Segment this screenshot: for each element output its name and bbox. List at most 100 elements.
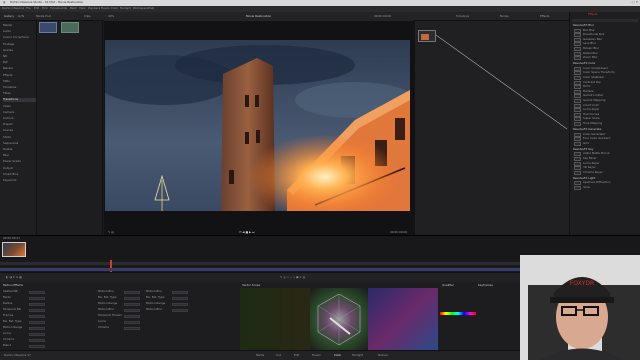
control-field[interactable]	[29, 302, 45, 306]
tab-nodes[interactable]: Nodes	[500, 15, 509, 19]
menu-item-color[interactable]: Color	[111, 7, 118, 11]
hue-range-bar[interactable]	[440, 312, 476, 315]
menu-item-clip[interactable]: Clip	[62, 7, 67, 11]
bin-item-misc[interactable]: Misc	[3, 154, 36, 158]
effect-item-four-color-gradient[interactable]: Four Color Gradient	[574, 137, 636, 142]
menu-item-edit[interactable]: Edit	[34, 7, 39, 11]
tab-timelines[interactable]: Timelines	[456, 15, 469, 19]
control-field[interactable]	[29, 320, 45, 324]
tool-icons-right[interactable]: ✎ ◎ ⬭ ⌒ ◇ ▣ ✶ ◍	[280, 276, 305, 280]
bin-item-nd[interactable]: ND	[3, 55, 36, 59]
bin-item-footage[interactable]: Footage	[3, 43, 36, 47]
effect-item-grid[interactable]: Grid	[574, 141, 636, 146]
bin-item-smart-bins[interactable]: Smart Bins	[3, 173, 36, 177]
control-field[interactable]	[29, 290, 45, 294]
control-field[interactable]	[29, 326, 45, 330]
effects-section-resolvefx-key[interactable]: ResolveFX Key	[573, 148, 637, 152]
timeline-ruler[interactable]	[0, 262, 520, 265]
effect-item-contrast-pop[interactable]: Contrast Pop	[574, 80, 636, 85]
viewer-tools-icon[interactable]: ✎ ▤	[108, 231, 114, 235]
tab-effects[interactable]: Effects	[540, 15, 550, 19]
effect-item-color-compressor[interactable]: Color Compressor	[574, 66, 636, 71]
bin-item-render[interactable]: Render	[3, 67, 36, 71]
control-field[interactable]	[172, 290, 188, 294]
viewer[interactable]: ⏮ ◀ ■ ▶ ⏭ 00:00:00:00 ✎ ▤	[104, 21, 414, 235]
effect-item-glow[interactable]: Glow	[574, 185, 636, 190]
effect-item-key-mixer[interactable]: Key Mixer	[574, 156, 636, 161]
control-field[interactable]	[124, 314, 140, 318]
effect-item-hue-curves[interactable]: Hue Curves	[574, 112, 636, 117]
bin-item-archive[interactable]: Archive	[3, 117, 36, 121]
effect-item-directional-blur[interactable]: Directional Blur	[574, 33, 636, 38]
menu-item-fusion[interactable]: Fusion	[101, 7, 110, 11]
effect-item-luma-keyer[interactable]: Luma Keyer	[574, 108, 636, 113]
control-field[interactable]	[29, 296, 45, 300]
node-editor[interactable]	[414, 21, 569, 235]
tab-media-pool[interactable]: Media Pool	[36, 15, 51, 19]
effect-item-tone-mapping[interactable]: Tone Mapping	[574, 121, 636, 126]
bin-item-master[interactable]: Master	[3, 24, 36, 28]
control-field[interactable]	[29, 308, 45, 312]
effect-item-mosaic-blur[interactable]: Mosaic Blur	[574, 46, 636, 51]
effects-section-resolvefx-blur[interactable]: ResolveFX Blur	[573, 24, 637, 28]
effect-item-super-scale[interactable]: Super Scale	[574, 117, 636, 122]
control-field[interactable]	[172, 296, 188, 300]
bin-item-titles[interactable]: Titles	[3, 92, 36, 96]
clip-thumbnail-2[interactable]	[61, 22, 79, 33]
control-field[interactable]	[172, 302, 188, 306]
bin-item-keywords[interactable]: Keywords	[3, 179, 36, 183]
bin-item-project[interactable]: Project	[3, 123, 36, 127]
control-field[interactable]	[29, 332, 45, 336]
bin-item-ref[interactable]: Ref	[3, 61, 36, 65]
timeline-clip-thumbnail[interactable]	[2, 242, 26, 257]
menu-item-mark[interactable]: Mark	[70, 7, 77, 11]
effect-item-invert-color[interactable]: Invert Color	[574, 103, 636, 108]
control-field[interactable]	[124, 308, 140, 312]
bin-item-stills[interactable]: Stills	[3, 80, 36, 84]
page-edit[interactable]: Edit	[294, 354, 299, 358]
bin-item-scenes[interactable]: Scenes	[3, 129, 36, 133]
effect-item-color-stabilizer[interactable]: Color Stabilizer	[574, 75, 636, 80]
bin-item-dailies[interactable]: Dailies	[3, 148, 36, 152]
bin-item-grades[interactable]: Grades	[3, 49, 36, 53]
effect-item-dctl[interactable]: DCTL	[574, 85, 636, 90]
effect-item-gamut-mapping[interactable]: Gamut Mapping	[574, 98, 636, 103]
menu-item-playback[interactable]: Playback	[88, 7, 100, 11]
control-field[interactable]	[124, 326, 140, 330]
bin-item-transitions[interactable]: Transitions	[3, 98, 36, 102]
tab-luts[interactable]: LUTs	[18, 15, 24, 19]
clip-thumbnail-1[interactable]	[39, 22, 57, 33]
menu-item-workspace[interactable]: Workspace	[133, 7, 148, 11]
bin-item-effects[interactable]: Effects	[3, 74, 36, 78]
control-field[interactable]	[29, 338, 45, 342]
control-field[interactable]	[124, 290, 140, 294]
bin-item-power-grade[interactable]: Power Grade	[3, 160, 36, 164]
effect-item-zoom-blur[interactable]: Zoom Blur	[574, 56, 636, 61]
effect-item-luma-keyer[interactable]: Luma Keyer	[574, 161, 636, 166]
menu-item-resolve[interactable]: DaVinci Resolve	[2, 7, 24, 11]
bin-item-shots[interactable]: Shots	[3, 136, 36, 140]
window-controls-icon[interactable]: – ▢ ✕	[610, 1, 638, 5]
effect-item-gamut-limiter[interactable]: Gamut Limiter	[574, 94, 636, 99]
page-deliver[interactable]: Deliver	[378, 354, 388, 358]
bin-item-camera[interactable]: Camera	[3, 111, 36, 115]
effect-item-alpha-matte-shrink[interactable]: Alpha Matte Shrink	[574, 152, 636, 157]
menu-item-fairlight[interactable]: Fairlight	[120, 7, 131, 11]
bin-item-colour-corrections[interactable]: Colour Corrections	[3, 36, 36, 40]
effect-item-dehaze[interactable]: Dehaze	[574, 89, 636, 94]
menu-item-trim[interactable]: Trim	[42, 7, 48, 11]
effects-section-resolvefx-color[interactable]: ResolveFX Color	[573, 62, 637, 66]
page-fairlight[interactable]: Fairlight	[352, 354, 363, 358]
tab-gallery[interactable]: Gallery	[4, 15, 14, 19]
bin-item-sequences[interactable]: Sequences	[3, 142, 36, 146]
control-field[interactable]	[29, 344, 45, 348]
menu-item-timeline[interactable]: Timeline	[50, 7, 62, 11]
control-field[interactable]	[124, 296, 140, 300]
effect-item-gaussian-blur[interactable]: Gaussian Blur	[574, 37, 636, 42]
page-cut[interactable]: Cut	[276, 354, 281, 358]
control-field[interactable]	[29, 314, 45, 318]
effect-item-lens-blur[interactable]: Lens Blur	[574, 42, 636, 47]
effect-item-aperture-diffraction[interactable]: Aperture Diffraction	[574, 181, 636, 186]
bin-item-audio[interactable]: Audio	[3, 30, 36, 34]
menu-item-help[interactable]: Help	[148, 7, 154, 11]
